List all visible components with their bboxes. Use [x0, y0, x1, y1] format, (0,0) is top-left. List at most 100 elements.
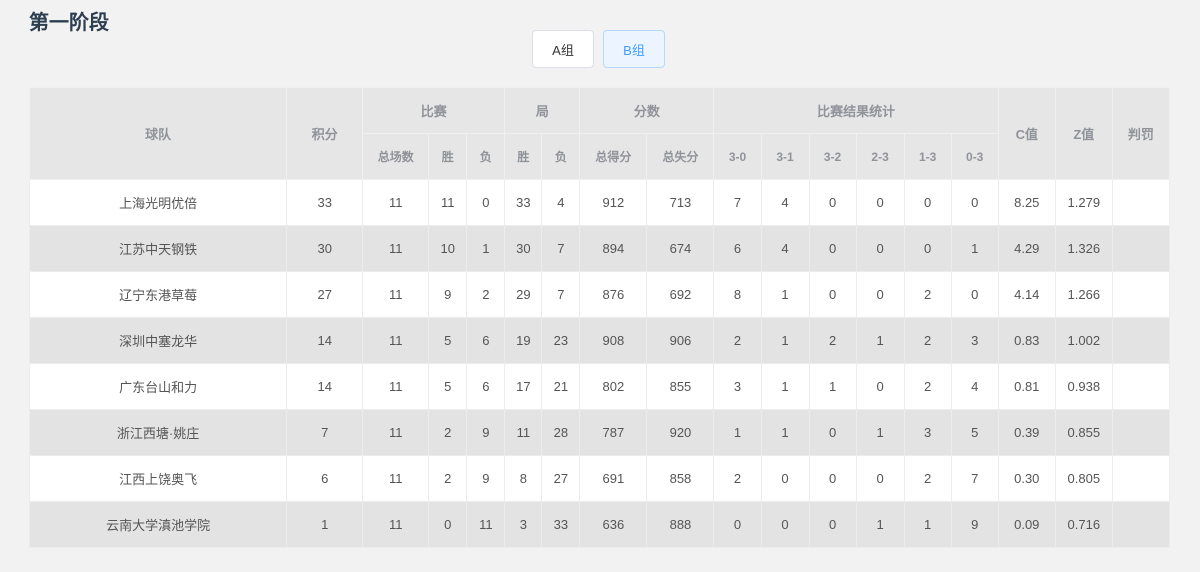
- table-row: 浙江西塘·姚庄 7 11 2 9 11 28 787 920 1 1 0 1 3 5 0.39 0.855: [28, 409, 1171, 456]
- z-value-cell: 0.805: [1054, 455, 1113, 502]
- team-cell: 江苏中天钢铁: [28, 225, 288, 272]
- set-win-cell: 30: [504, 225, 543, 272]
- header-total-lost: 总失分: [646, 133, 715, 180]
- set-win-cell: 19: [504, 317, 543, 364]
- result-2-3-cell: 1: [855, 317, 905, 364]
- header-result-1-3: 1-3: [903, 133, 952, 180]
- match-win-cell: 2: [428, 409, 468, 456]
- tab-group-a[interactable]: A组: [532, 30, 594, 68]
- total-matches-cell: 11: [362, 501, 430, 548]
- table-row: 江西上饶奥飞 6 11 2 9 8 27 691 858 2 0 0 0 2 7 0.30 0.805: [28, 455, 1171, 502]
- header-sets: 局: [504, 87, 581, 134]
- total-scored-cell: 691: [579, 455, 648, 502]
- result-2-3-cell: 0: [855, 363, 905, 410]
- result-1-3-cell: 2: [903, 363, 952, 410]
- header-c-value: C值: [997, 87, 1056, 180]
- header-match-win: 胜: [428, 133, 468, 180]
- result-1-3-cell: 2: [903, 271, 952, 318]
- points-cell: 1: [286, 501, 364, 548]
- z-value-cell: 0.716: [1054, 501, 1113, 548]
- result-0-3-cell: 1: [950, 225, 999, 272]
- result-0-3-cell: 3: [950, 317, 999, 364]
- points-cell: 27: [286, 271, 364, 318]
- group-tabs: A组 B组: [532, 30, 665, 68]
- page-title: 第一阶段: [29, 10, 109, 34]
- result-3-0-cell: 3: [713, 363, 762, 410]
- standings-table: 球队 积分 比赛 局 分数 比赛结果统计 C值 Z值 判罚 总场数 胜 负 胜 …: [28, 87, 1171, 548]
- match-loss-cell: 11: [466, 501, 506, 548]
- set-loss-cell: 27: [541, 455, 581, 502]
- total-scored-cell: 876: [579, 271, 648, 318]
- result-3-2-cell: 2: [808, 317, 857, 364]
- header-scores: 分数: [579, 87, 715, 134]
- total-lost-cell: 713: [646, 179, 715, 226]
- total-matches-cell: 11: [362, 455, 430, 502]
- set-win-cell: 29: [504, 271, 543, 318]
- c-value-cell: 8.25: [997, 179, 1056, 226]
- result-3-1-cell: 4: [760, 179, 810, 226]
- result-2-3-cell: 0: [855, 225, 905, 272]
- header-match-loss: 负: [466, 133, 506, 180]
- match-loss-cell: 6: [466, 317, 506, 364]
- result-1-3-cell: 0: [903, 225, 952, 272]
- result-3-2-cell: 0: [808, 225, 857, 272]
- match-win-cell: 9: [428, 271, 468, 318]
- result-2-3-cell: 1: [855, 409, 905, 456]
- result-3-1-cell: 1: [760, 271, 810, 318]
- table-row: 深圳中塞龙华 14 11 5 6 19 23 908 906 2 1 2 1 2 3 0.83 1.002: [28, 317, 1171, 364]
- points-cell: 6: [286, 455, 364, 502]
- tab-group-b[interactable]: B组: [603, 30, 665, 68]
- c-value-cell: 0.81: [997, 363, 1056, 410]
- points-cell: 30: [286, 225, 364, 272]
- team-cell: 广东台山和力: [28, 363, 288, 410]
- result-1-3-cell: 0: [903, 179, 952, 226]
- set-loss-cell: 21: [541, 363, 581, 410]
- header-result-3-2: 3-2: [808, 133, 857, 180]
- set-win-cell: 11: [504, 409, 543, 456]
- header-total-matches: 总场数: [362, 133, 430, 180]
- header-result-stats: 比赛结果统计: [713, 87, 999, 134]
- total-matches-cell: 11: [362, 409, 430, 456]
- match-win-cell: 11: [428, 179, 468, 226]
- table-row: 辽宁东港草莓 27 11 9 2 29 7 876 692 8 1 0 0 2 0 4.14 1.266: [28, 271, 1171, 318]
- table-row: 广东台山和力 14 11 5 6 17 21 802 855 3 1 1 0 2 4 0.81 0.938: [28, 363, 1171, 410]
- result-0-3-cell: 0: [950, 271, 999, 318]
- total-lost-cell: 858: [646, 455, 715, 502]
- header-matches: 比赛: [362, 87, 506, 134]
- total-scored-cell: 912: [579, 179, 648, 226]
- standings-table-container: 球队 积分 比赛 局 分数 比赛结果统计 C值 Z值 判罚 总场数 胜 负 胜 …: [28, 87, 1171, 548]
- penalty-cell: [1111, 179, 1171, 226]
- header-result-0-3: 0-3: [950, 133, 999, 180]
- penalty-cell: [1111, 363, 1171, 410]
- team-cell: 浙江西塘·姚庄: [28, 409, 288, 456]
- set-loss-cell: 7: [541, 271, 581, 318]
- result-3-1-cell: 4: [760, 225, 810, 272]
- header-z-value: Z值: [1054, 87, 1113, 180]
- set-loss-cell: 23: [541, 317, 581, 364]
- z-value-cell: 1.002: [1054, 317, 1113, 364]
- result-2-3-cell: 0: [855, 271, 905, 318]
- set-loss-cell: 4: [541, 179, 581, 226]
- match-win-cell: 10: [428, 225, 468, 272]
- header-points: 积分: [286, 87, 364, 180]
- result-3-1-cell: 1: [760, 363, 810, 410]
- table-row: 江苏中天钢铁 30 11 10 1 30 7 894 674 6 4 0 0 0 1 4.29 1.326: [28, 225, 1171, 272]
- total-matches-cell: 11: [362, 271, 430, 318]
- header-total-scored: 总得分: [579, 133, 648, 180]
- total-matches-cell: 11: [362, 317, 430, 364]
- points-cell: 14: [286, 363, 364, 410]
- header-team: 球队: [28, 87, 288, 180]
- penalty-cell: [1111, 501, 1171, 548]
- total-scored-cell: 894: [579, 225, 648, 272]
- match-win-cell: 5: [428, 363, 468, 410]
- c-value-cell: 0.09: [997, 501, 1056, 548]
- team-cell: 江西上饶奥飞: [28, 455, 288, 502]
- penalty-cell: [1111, 317, 1171, 364]
- result-3-1-cell: 0: [760, 455, 810, 502]
- match-win-cell: 2: [428, 455, 468, 502]
- result-3-1-cell: 0: [760, 501, 810, 548]
- table-row: 云南大学滇池学院 1 11 0 11 3 33 636 888 0 0 0 1 1 9 0.09 0.716: [28, 501, 1171, 548]
- result-1-3-cell: 2: [903, 317, 952, 364]
- result-3-0-cell: 6: [713, 225, 762, 272]
- set-win-cell: 17: [504, 363, 543, 410]
